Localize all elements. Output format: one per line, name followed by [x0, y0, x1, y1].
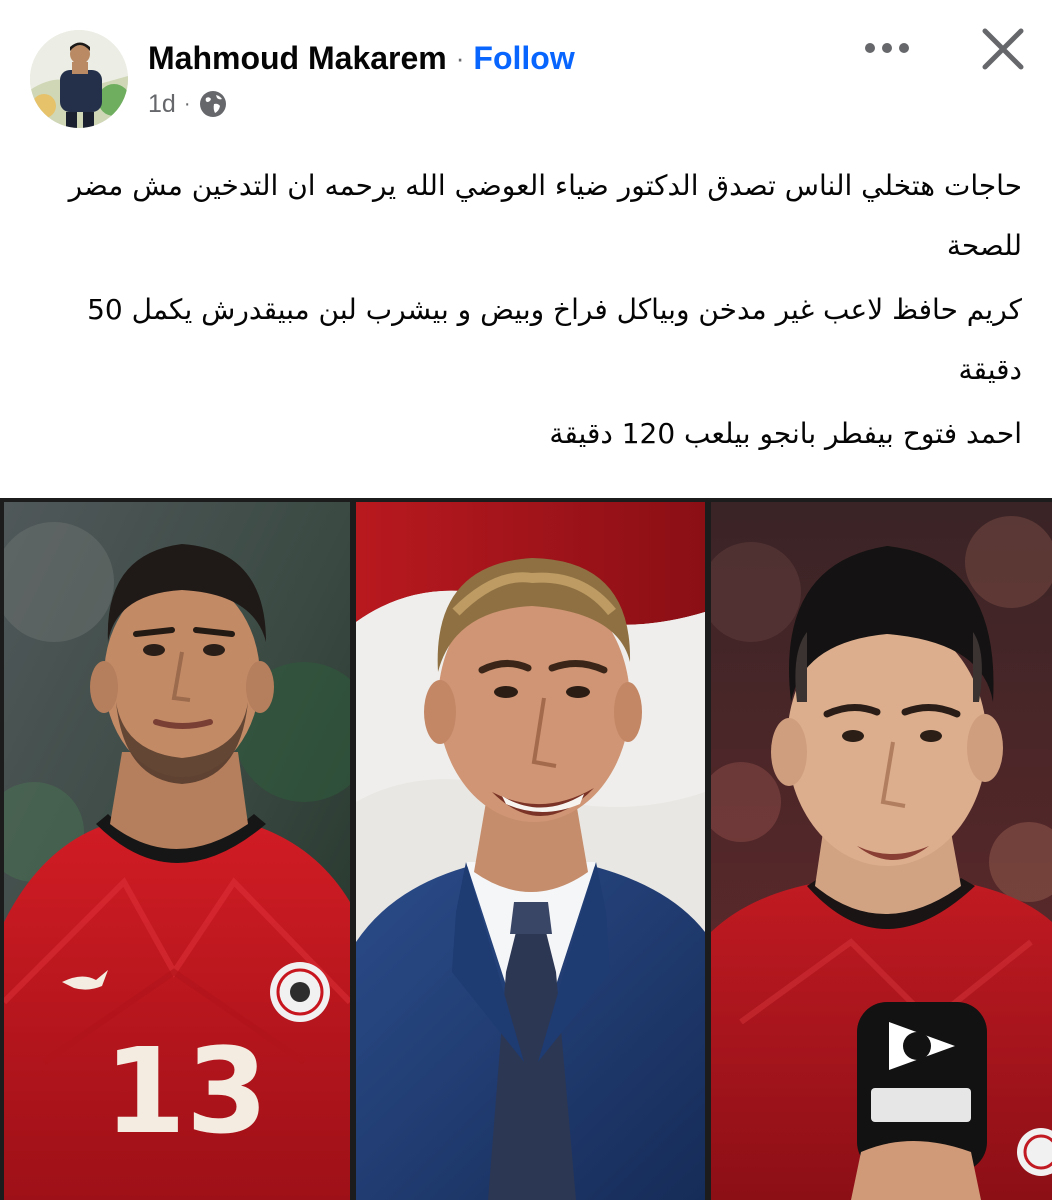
meta-separator: · — [183, 92, 191, 115]
author-row: Mahmoud Makarem · Follow — [148, 36, 575, 80]
post-paragraph: كريم حافظ لاعب غير مدخن وبياكل فراخ وبيض… — [87, 293, 1022, 386]
photo-player-with-mic[interactable] — [711, 502, 1052, 1200]
more-horizontal-icon — [865, 43, 909, 53]
close-icon — [982, 28, 1024, 70]
follow-button[interactable]: Follow — [473, 40, 574, 77]
author-name[interactable]: Mahmoud Makarem — [148, 40, 447, 77]
photo-collage: 13 — [0, 498, 1052, 1200]
name-separator: · — [455, 42, 465, 73]
close-button[interactable] — [974, 22, 1032, 76]
jersey-number: 13 — [104, 1022, 268, 1160]
photo-man-in-suit[interactable] — [356, 502, 705, 1200]
post-body: حاجات هتخلي الناس تصدق الدكتور ضياء العو… — [24, 156, 1022, 468]
photo-player-13[interactable]: 13 — [4, 502, 350, 1200]
post-meta: 1d · — [148, 86, 228, 122]
post-header: Mahmoud Makarem · Follow 1d · — [0, 0, 1052, 140]
more-options-button[interactable] — [860, 30, 914, 66]
post-timestamp[interactable]: 1d — [148, 90, 176, 119]
post-paragraph: حاجات هتخلي الناس تصدق الدكتور ضياء العو… — [68, 169, 1022, 262]
post-paragraph: احمد فتوح بيفطر بانجو بيلعب 120 دقيقة — [549, 417, 1022, 450]
author-avatar[interactable] — [30, 30, 128, 128]
globe-icon[interactable] — [198, 89, 228, 119]
